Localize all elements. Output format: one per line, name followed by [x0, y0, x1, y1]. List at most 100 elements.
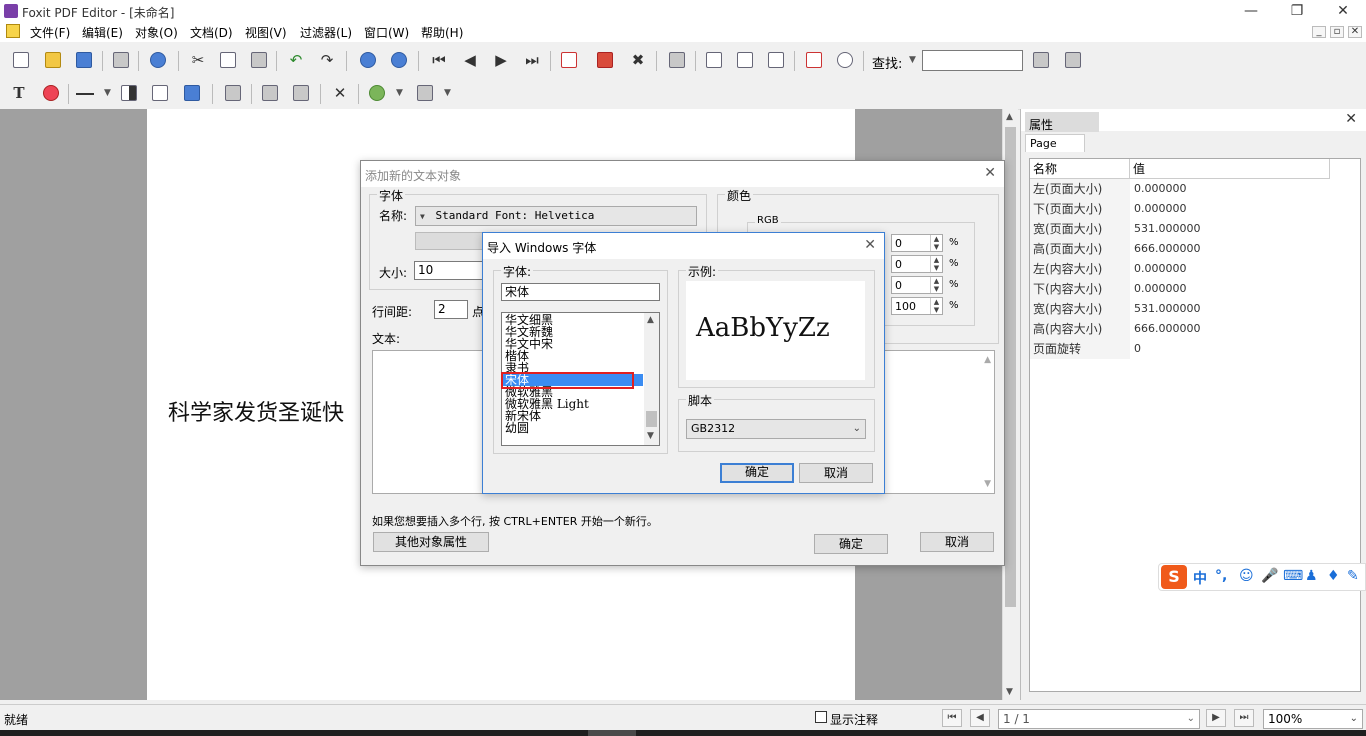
import-font-dialog-close-icon[interactable]: ✕	[864, 237, 876, 253]
opacity-spinner[interactable]: 100 ▲ ▼	[891, 297, 943, 315]
page-text[interactable]: 科学家发货圣诞快	[168, 395, 344, 427]
menu-help[interactable]: 帮助(H)	[421, 24, 463, 41]
add-text-cancel-button[interactable]: 取消	[920, 532, 994, 552]
font-name-field[interactable]: ▼ Standard Font: Helvetica	[415, 206, 697, 226]
script-dropdown[interactable]: GB2312 ⌄	[686, 419, 866, 439]
blue-spinner[interactable]: 0 ▲ ▼	[891, 276, 943, 294]
spinner-arrows-icon[interactable]: ▲ ▼	[930, 298, 942, 314]
page-number-field[interactable]: 1 / 1 ⌄	[998, 709, 1200, 729]
line-spacing-input[interactable]: 2	[434, 300, 468, 319]
size-input[interactable]: 10	[414, 261, 484, 280]
text-tool-button[interactable]	[703, 49, 725, 71]
col-value-header[interactable]: 值	[1130, 159, 1330, 179]
show-annotations-checkbox[interactable]	[815, 711, 827, 723]
add-text-dialog-close-icon[interactable]: ✕	[984, 165, 996, 181]
text-object-button[interactable]	[803, 49, 825, 71]
line-dropdown-icon[interactable]: ▼	[104, 88, 111, 98]
info-button[interactable]	[147, 49, 169, 71]
distribute-button[interactable]	[765, 49, 787, 71]
user-icon[interactable]: ♟	[1305, 568, 1318, 584]
table-row[interactable]: 高(内容大小) 666.000000	[1030, 319, 1360, 339]
menu-edit[interactable]: 编辑(E)	[82, 24, 123, 41]
find-next-button[interactable]	[1030, 49, 1052, 71]
table-row[interactable]: 下(内容大小) 0.000000	[1030, 279, 1360, 299]
color-button[interactable]	[40, 82, 62, 104]
ime-mode[interactable]: 中	[1193, 568, 1207, 588]
shapes-dropdown-icon[interactable]: ▼	[396, 88, 403, 98]
copy-button[interactable]	[217, 49, 239, 71]
line-icon[interactable]	[76, 93, 94, 95]
import-font-ok-button[interactable]: 确定	[720, 463, 794, 483]
zoom-dropdown[interactable]: 100% ⌄	[1263, 709, 1363, 729]
print-button[interactable]	[110, 49, 132, 71]
font-name-input[interactable]: 宋体	[501, 283, 660, 301]
properties-close-icon[interactable]: ✕	[1345, 111, 1357, 127]
table-row[interactable]: 下(页面大小) 0.000000	[1030, 199, 1360, 219]
list-item[interactable]: 幼圆	[505, 422, 529, 434]
ime-punct[interactable]: °,	[1215, 568, 1227, 584]
mdi-restore-button[interactable]: ▫	[1330, 26, 1344, 38]
table-row[interactable]: 宽(页面大小) 531.000000	[1030, 219, 1360, 239]
menu-document[interactable]: 文档(D)	[190, 24, 233, 41]
status-first-page-button[interactable]: ⏮	[942, 709, 962, 727]
text-scroll-up-icon[interactable]: ▲	[984, 355, 991, 365]
restore-button[interactable]: ❐	[1274, 0, 1320, 22]
taskbar-active-app[interactable]	[588, 730, 636, 736]
menu-filter[interactable]: 过滤器(L)	[300, 24, 352, 41]
open-button[interactable]	[42, 49, 64, 71]
col-name-header[interactable]: 名称	[1030, 159, 1130, 179]
first-page-button[interactable]: ⏮	[428, 49, 450, 71]
menu-file[interactable]: 文件(F)	[30, 24, 70, 41]
prev-page-button[interactable]: ◀	[459, 49, 481, 71]
keyboard-button[interactable]	[666, 49, 688, 71]
delete-page-button[interactable]: ✖	[627, 49, 649, 71]
minimize-button[interactable]: —	[1228, 0, 1274, 22]
table-row[interactable]: 左(页面大小) 0.000000	[1030, 179, 1360, 199]
paste-button[interactable]	[248, 49, 270, 71]
table-row[interactable]: 宽(内容大小) 531.000000	[1030, 299, 1360, 319]
ungroup-button[interactable]	[290, 82, 312, 104]
zoom-out-button[interactable]	[388, 49, 410, 71]
status-prev-page-button[interactable]: ◀	[970, 709, 990, 727]
menu-object[interactable]: 对象(O)	[135, 24, 178, 41]
image-button[interactable]	[181, 82, 203, 104]
list-scroll-down-icon[interactable]: ▼	[647, 431, 654, 441]
object-select-button[interactable]	[222, 82, 244, 104]
table-row[interactable]: 左(内容大小) 0.000000	[1030, 259, 1360, 279]
redo-button[interactable]: ↷	[316, 49, 338, 71]
mdi-minimize-button[interactable]: _	[1312, 26, 1326, 38]
add-text-ok-button[interactable]: 确定	[814, 534, 888, 554]
import-font-cancel-button[interactable]: 取消	[799, 463, 873, 483]
scroll-thumb[interactable]	[1005, 127, 1016, 607]
edit-image-button[interactable]	[149, 82, 171, 104]
shade-button[interactable]	[118, 82, 140, 104]
import-font-button[interactable]	[415, 232, 487, 250]
spinner-arrows-icon[interactable]: ▲ ▼	[930, 235, 942, 251]
undo-button[interactable]: ↶	[285, 49, 307, 71]
other-properties-button[interactable]: 其他对象属性	[373, 532, 489, 552]
next-page-button[interactable]: ▶	[490, 49, 512, 71]
scroll-up-icon[interactable]: ▲	[1006, 112, 1013, 122]
search-input[interactable]	[922, 50, 1023, 71]
status-next-page-button[interactable]: ▶	[1206, 709, 1226, 727]
arrange-button[interactable]	[414, 82, 436, 104]
microphone-icon[interactable]: 🎤	[1261, 568, 1278, 584]
clock-button[interactable]	[834, 49, 856, 71]
save-button[interactable]	[73, 49, 95, 71]
find-prev-button[interactable]	[1062, 49, 1084, 71]
list-scroll-up-icon[interactable]: ▲	[647, 315, 654, 325]
wrench-icon[interactable]: ✎	[1347, 568, 1359, 584]
keyboard-icon[interactable]: ⌨	[1283, 568, 1303, 584]
insert-page-button[interactable]	[594, 49, 616, 71]
green-spinner[interactable]: 0 ▲ ▼	[891, 255, 943, 273]
mdi-close-button[interactable]: ✕	[1348, 26, 1362, 38]
menu-view[interactable]: 视图(V)	[245, 24, 287, 41]
add-text-button[interactable]: T	[8, 82, 30, 104]
emoji-icon[interactable]: ☺	[1239, 568, 1254, 584]
last-page-button[interactable]: ⏭	[521, 49, 543, 71]
table-row[interactable]: 页面旋转 0	[1030, 339, 1360, 359]
spinner-arrows-icon[interactable]: ▲ ▼	[930, 277, 942, 293]
group-button[interactable]	[259, 82, 281, 104]
page-props-button[interactable]	[558, 49, 580, 71]
list-scroll-thumb[interactable]	[646, 411, 657, 427]
